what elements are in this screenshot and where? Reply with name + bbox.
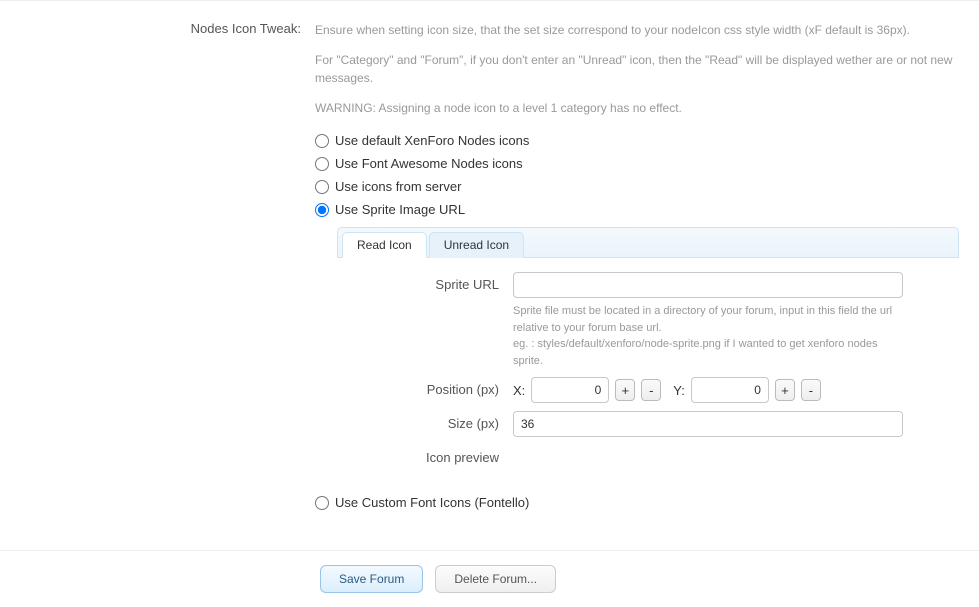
- radio-fontawesome[interactable]: Use Font Awesome Nodes icons: [315, 152, 959, 175]
- sprite-position-row: Position (px) X: + - Y: + -: [337, 377, 959, 403]
- radio-sprite-label: Use Sprite Image URL: [335, 202, 465, 217]
- radio-default-xenforo-input[interactable]: [315, 134, 329, 148]
- radio-server-label: Use icons from server: [335, 179, 461, 194]
- position-y-minus-button[interactable]: -: [801, 379, 821, 401]
- radio-fontawesome-input[interactable]: [315, 157, 329, 171]
- position-x-plus-button[interactable]: +: [615, 379, 635, 401]
- radio-default-xenforo-label: Use default XenForo Nodes icons: [335, 133, 529, 148]
- radio-sprite[interactable]: Use Sprite Image URL: [315, 198, 959, 221]
- position-y-input[interactable]: [691, 377, 769, 403]
- position-x-minus-button[interactable]: -: [641, 379, 661, 401]
- sprite-url-row: Sprite URL Sprite file must be located i…: [337, 272, 959, 369]
- tab-unread-icon[interactable]: Unread Icon: [429, 232, 524, 258]
- position-x-label: X:: [513, 383, 525, 398]
- sprite-size-input[interactable]: [513, 411, 903, 437]
- sprite-position-label: Position (px): [337, 377, 513, 397]
- icon-preview-row: Icon preview: [337, 445, 959, 465]
- sprite-url-input[interactable]: [513, 272, 903, 298]
- radio-server-input[interactable]: [315, 180, 329, 194]
- sprite-tab-body: Sprite URL Sprite file must be located i…: [337, 257, 959, 465]
- hint-size: Ensure when setting icon size, that the …: [315, 21, 959, 39]
- radio-custom-font[interactable]: Use Custom Font Icons (Fontello): [315, 491, 959, 514]
- position-x-input[interactable]: [531, 377, 609, 403]
- icon-preview-label: Icon preview: [337, 445, 513, 465]
- hint-unread: For "Category" and "Forum", if you don't…: [315, 51, 959, 87]
- sprite-size-row: Size (px): [337, 411, 959, 437]
- position-y-label: Y:: [673, 383, 685, 398]
- save-forum-button[interactable]: Save Forum: [320, 565, 423, 593]
- footer-actions: Save Forum Delete Forum...: [0, 550, 979, 607]
- section-label: Nodes Icon Tweak:: [0, 21, 315, 526]
- section-body: Ensure when setting icon size, that the …: [315, 21, 979, 526]
- radio-fontawesome-label: Use Font Awesome Nodes icons: [335, 156, 523, 171]
- radio-server[interactable]: Use icons from server: [315, 175, 959, 198]
- sprite-tabs: Read Icon Unread Icon: [337, 227, 959, 257]
- radio-custom-font-label: Use Custom Font Icons (Fontello): [335, 495, 529, 510]
- nodes-icon-tweak-section: Nodes Icon Tweak: Ensure when setting ic…: [0, 0, 979, 526]
- delete-forum-button[interactable]: Delete Forum...: [435, 565, 556, 593]
- sprite-size-label: Size (px): [337, 411, 513, 431]
- sprite-url-label: Sprite URL: [337, 272, 513, 292]
- tab-read-icon[interactable]: Read Icon: [342, 232, 427, 258]
- position-y-plus-button[interactable]: +: [775, 379, 795, 401]
- radio-custom-font-input[interactable]: [315, 496, 329, 510]
- hint-warning: WARNING: Assigning a node icon to a leve…: [315, 99, 959, 117]
- radio-sprite-input[interactable]: [315, 203, 329, 217]
- radio-default-xenforo[interactable]: Use default XenForo Nodes icons: [315, 129, 959, 152]
- sprite-url-hint: Sprite file must be located in a directo…: [513, 303, 903, 369]
